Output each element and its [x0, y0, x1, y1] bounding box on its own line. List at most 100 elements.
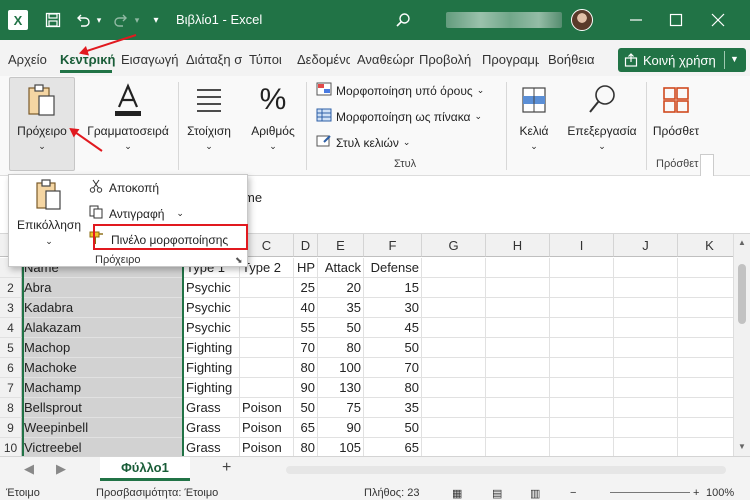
alignment-button[interactable]: Στοίχιση ⌄ — [184, 78, 234, 158]
cell[interactable] — [422, 378, 486, 398]
column-header[interactable]: C — [240, 234, 294, 257]
next-sheet-icon[interactable]: ▶ — [56, 461, 66, 477]
cell[interactable]: Type 2 — [240, 258, 294, 278]
cell[interactable]: 35 — [364, 398, 422, 418]
cell[interactable] — [486, 358, 550, 378]
cell[interactable]: 50 — [318, 318, 364, 338]
cell[interactable]: Fighting — [184, 358, 240, 378]
cell[interactable]: 15 — [364, 278, 422, 298]
undo-dropdown-icon[interactable]: ▾ — [94, 10, 104, 30]
cell[interactable]: 80 — [294, 438, 318, 456]
account-name[interactable] — [446, 12, 562, 28]
cell[interactable] — [550, 318, 614, 338]
cell[interactable] — [614, 398, 678, 418]
column-header[interactable]: E — [318, 234, 364, 257]
cell[interactable]: Poison — [240, 398, 294, 418]
cell[interactable]: HP — [294, 258, 318, 278]
cell[interactable]: 40 — [294, 298, 318, 318]
tab-formulas[interactable]: Τύποι — [249, 52, 293, 67]
tab-view[interactable]: Προβολή — [419, 52, 477, 67]
cell[interactable]: 65 — [294, 418, 318, 438]
minimize-icon[interactable] — [628, 10, 644, 30]
cell[interactable] — [486, 418, 550, 438]
column-header[interactable]: F — [364, 234, 422, 257]
cell[interactable]: Psychic — [184, 278, 240, 298]
column-header[interactable]: J — [614, 234, 678, 257]
cell[interactable]: Psychic — [184, 318, 240, 338]
cell[interactable]: 25 — [294, 278, 318, 298]
tab-page-layout[interactable]: Διάταξη σελίδας — [186, 52, 242, 67]
cell[interactable] — [550, 438, 614, 456]
chevron-down-icon[interactable]: ▼ — [730, 54, 739, 64]
cell-styles-button[interactable]: Στυλ κελιών ⌄ — [316, 134, 410, 151]
cell[interactable] — [614, 338, 678, 358]
maximize-icon[interactable] — [668, 10, 684, 30]
cell[interactable] — [486, 338, 550, 358]
row-header[interactable]: 3 — [0, 298, 22, 318]
zoom-slider[interactable] — [610, 492, 690, 493]
cell[interactable]: Grass — [184, 398, 240, 418]
cell[interactable]: 50 — [294, 398, 318, 418]
close-icon[interactable] — [710, 10, 726, 30]
add-ins-button[interactable]: Πρόσθετ — [652, 78, 700, 158]
cell[interactable] — [550, 278, 614, 298]
avatar[interactable] — [571, 9, 593, 31]
scroll-thumb[interactable] — [738, 264, 746, 324]
scroll-down-icon[interactable]: ▼ — [738, 442, 746, 451]
clipboard-button[interactable]: Πρόχειρο ⌄ — [9, 77, 75, 171]
worksheet-grid[interactable]: A B C D E F G H I J K NameType 1Type 2HP… — [0, 234, 750, 456]
zoom-out-icon[interactable]: − — [570, 487, 576, 499]
scroll-up-icon[interactable]: ▲ — [738, 238, 746, 247]
format-as-table-button[interactable]: Μορφοποίηση ως πίνακα ⌄ — [316, 108, 482, 125]
row-header[interactable]: 5 — [0, 338, 22, 358]
cell[interactable] — [422, 298, 486, 318]
cell[interactable] — [422, 258, 486, 278]
cell[interactable]: Psychic — [184, 298, 240, 318]
cell[interactable]: Attack — [318, 258, 364, 278]
redo-icon[interactable] — [112, 10, 130, 30]
cell[interactable] — [614, 298, 678, 318]
cell[interactable] — [550, 418, 614, 438]
horizontal-scrollbar[interactable] — [286, 466, 726, 474]
cell[interactable] — [240, 378, 294, 398]
cell[interactable] — [486, 298, 550, 318]
cell[interactable] — [422, 438, 486, 456]
column-header[interactable]: I — [550, 234, 614, 257]
tab-insert[interactable]: Εισαγωγή — [121, 52, 178, 67]
cell[interactable]: 55 — [294, 318, 318, 338]
tab-developer[interactable]: Προγραμματιστής — [482, 52, 539, 67]
cell[interactable] — [614, 318, 678, 338]
cell[interactable]: Fighting — [184, 378, 240, 398]
cell[interactable] — [486, 318, 550, 338]
cut-button[interactable]: Αποκοπή — [89, 179, 159, 196]
cell[interactable]: 50 — [364, 338, 422, 358]
cell[interactable]: 105 — [318, 438, 364, 456]
add-sheet-icon[interactable]: + — [222, 459, 231, 477]
cell[interactable]: 75 — [318, 398, 364, 418]
cell[interactable] — [422, 338, 486, 358]
row-header[interactable]: 7 — [0, 378, 22, 398]
cell[interactable] — [240, 298, 294, 318]
zoom-in-icon[interactable]: + — [693, 487, 699, 499]
share-button[interactable]: Κοινή χρήση ▼ — [618, 48, 746, 72]
cell[interactable]: Poison — [240, 418, 294, 438]
cell[interactable]: Grass — [184, 418, 240, 438]
cell[interactable] — [550, 298, 614, 318]
cell[interactable] — [550, 398, 614, 418]
cell[interactable] — [486, 398, 550, 418]
cell[interactable] — [422, 278, 486, 298]
column-header[interactable]: G — [422, 234, 486, 257]
tab-file[interactable]: Αρχείο — [8, 52, 58, 67]
row-header[interactable]: 6 — [0, 358, 22, 378]
number-button[interactable]: % Αριθμός ⌄ — [244, 78, 302, 158]
editing-button[interactable]: Επεξεργασία ⌄ — [564, 78, 640, 158]
chevron-down-icon[interactable]: ⌄ — [176, 208, 184, 219]
cell[interactable] — [486, 378, 550, 398]
cell[interactable] — [486, 438, 550, 456]
cell[interactable] — [240, 318, 294, 338]
row-header[interactable]: 10 — [0, 438, 22, 456]
vertical-scrollbar[interactable]: ▲ ▼ — [733, 234, 750, 456]
sheet-tab[interactable]: Φύλλο1 — [100, 457, 190, 481]
redo-dropdown-icon[interactable]: ▾ — [132, 10, 142, 30]
cell[interactable] — [550, 338, 614, 358]
